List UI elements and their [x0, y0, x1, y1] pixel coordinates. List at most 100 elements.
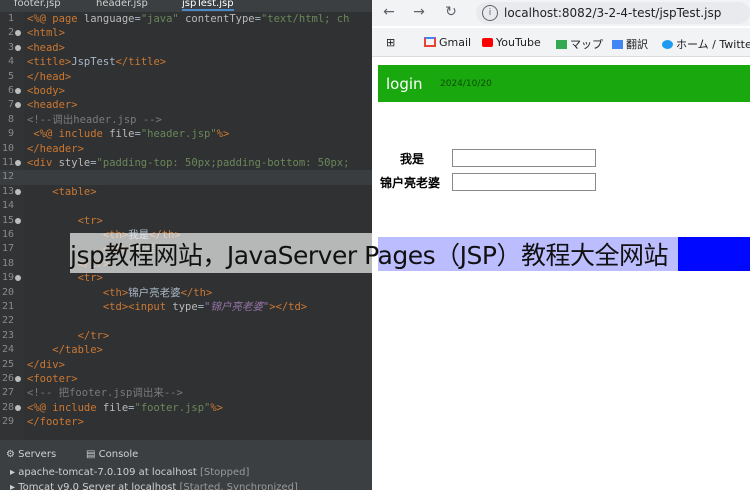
code-text: <head> — [27, 41, 65, 55]
line-number: 13 — [2, 185, 15, 197]
code-text: <%@ page language="java" contentType="te… — [27, 12, 349, 26]
line-number: 29 — [2, 416, 15, 428]
code-token: ></td> — [269, 301, 308, 313]
login-link[interactable]: login — [386, 75, 423, 93]
server-row[interactable]: ▸ apache-tomcat-7.0.109 at localhost [St… — [10, 467, 249, 478]
fold-marker-icon[interactable] — [15, 160, 21, 166]
code-line[interactable]: 20 <th>锦户亮老婆</th> — [0, 286, 372, 300]
fold-marker-icon[interactable] — [15, 188, 21, 195]
code-token: <table> — [27, 185, 97, 198]
text-input[interactable] — [452, 149, 596, 167]
code-token: </title> — [115, 56, 167, 69]
code-line[interactable]: 24 </table> — [0, 343, 372, 357]
address-bar[interactable]: i localhost:8082/3-2-4-test/jspTest.jsp — [476, 2, 750, 24]
code-line[interactable]: 27 <!-- 把footer.jsp调出来--> — [0, 386, 372, 400]
bookmark-translate[interactable]: 翻訳 — [612, 36, 648, 52]
code-text: <tr> — [27, 214, 103, 228]
line-number: 23 — [2, 329, 15, 341]
code-line[interactable]: 14 — [0, 199, 372, 213]
code-line[interactable]: 11 <div style="padding-top: 50px;padding-… — [0, 156, 372, 170]
code-token: include — [52, 401, 103, 414]
code-line[interactable]: 7 <header> — [0, 98, 372, 112]
code-token: <tr> — [27, 272, 103, 285]
code-text: <!-- 把footer.jsp调出来--> — [27, 386, 183, 400]
server-icon: ▸ — [10, 467, 19, 478]
code-line[interactable]: 19 <tr> — [0, 271, 372, 285]
tab-footer-jsp[interactable]: footer.jsp — [14, 0, 61, 9]
code-line[interactable]: 28 <%@ include file="footer.jsp"%> — [0, 401, 372, 415]
tab-servers[interactable]: ⚙ Servers — [6, 449, 56, 460]
code-line[interactable]: 13 <table> — [0, 185, 372, 199]
apps-grid-icon[interactable]: ⊞ — [386, 36, 395, 49]
line-number: 15 — [2, 214, 15, 226]
server-name: Tomcat v9.0 Server at localhost — [18, 482, 177, 490]
code-token: <div — [27, 157, 59, 169]
code-line[interactable]: 15 <tr> — [0, 214, 372, 228]
bookmark-youtube[interactable]: YouTube — [482, 36, 541, 49]
bookmark-twitter[interactable]: ホーム / Twitter — [662, 36, 750, 52]
tab-header-jsp[interactable]: header.jsp — [96, 0, 148, 9]
header-date: 2024/10/20 — [440, 79, 492, 89]
server-icon: ▸ — [10, 482, 19, 490]
code-token: "padding-top: 50px;padding-bottom: 50px; — [96, 157, 350, 169]
youtube-icon — [482, 38, 493, 47]
fold-marker-icon[interactable] — [15, 30, 21, 37]
fold-marker-icon[interactable] — [15, 102, 21, 109]
code-text: </head> — [27, 70, 71, 84]
code-text: <%@ include file="footer.jsp"%> — [27, 401, 223, 415]
code-token: 锦户亮老婆 — [128, 286, 181, 299]
code-line[interactable]: 23 </tr> — [0, 329, 372, 343]
code-token: include — [58, 128, 110, 141]
reload-icon[interactable]: ↻ — [442, 3, 460, 21]
line-number: 20 — [2, 286, 15, 298]
code-line[interactable]: 9 <%@ include file="header.jsp"%> — [0, 127, 372, 141]
code-line[interactable]: 6 <body> — [0, 84, 372, 98]
line-number: 11 — [2, 157, 15, 168]
code-line[interactable]: 26 <footer> — [0, 372, 372, 386]
maps-icon — [556, 40, 567, 49]
code-token: <!--调出header.jsp --> — [27, 113, 162, 126]
fold-marker-icon[interactable] — [15, 88, 21, 94]
code-line[interactable]: 12 — [0, 170, 372, 185]
code-text: </div> — [27, 358, 65, 372]
line-number: 3 — [7, 41, 14, 53]
code-token: <html> — [27, 27, 65, 40]
code-area[interactable]: 1 <%@ page language="java" contentType="t… — [0, 12, 372, 440]
code-line[interactable]: 29 </footer> — [0, 415, 372, 429]
line-number: 1 — [7, 13, 14, 24]
code-line[interactable]: 1 <%@ page language="java" contentType="t… — [0, 12, 372, 26]
code-text: <body> — [27, 84, 65, 98]
code-line[interactable]: 2 <html> — [0, 26, 372, 40]
fold-marker-icon[interactable] — [15, 44, 21, 51]
code-line[interactable]: 10 </header> — [0, 142, 372, 156]
fold-marker-icon[interactable] — [15, 217, 21, 224]
back-arrow-icon[interactable]: ← — [380, 3, 398, 21]
url-text: localhost:8082/3-2-4-test/jspTest.jsp — [504, 6, 722, 20]
fold-marker-icon[interactable] — [15, 404, 21, 411]
text-input[interactable] — [452, 173, 596, 191]
bookmark-gmail[interactable]: Gmail — [424, 36, 471, 49]
twitter-icon — [662, 40, 673, 49]
code-token: "锦户亮老婆" — [204, 301, 270, 313]
line-number: 7 — [7, 99, 14, 111]
code-token: </div> — [27, 358, 65, 371]
code-token: <th> — [27, 286, 129, 299]
code-line[interactable]: 4 <title>JspTest</title> — [0, 55, 372, 69]
tab-jsptest-jsp[interactable]: jspTest.jsp — [182, 0, 234, 11]
tab-console[interactable]: ▤ Console — [86, 449, 138, 460]
code-text: <td><input type="锦户亮老婆"></td> — [27, 300, 307, 314]
bookmark-maps[interactable]: マップ — [556, 36, 603, 52]
code-line[interactable]: 21 <td><input type="锦户亮老婆"></td> — [0, 300, 372, 314]
code-line[interactable]: 22 — [0, 314, 372, 328]
code-line[interactable]: 5 </head> — [0, 70, 372, 84]
site-info-icon[interactable]: i — [482, 5, 498, 21]
code-line[interactable]: 3 <head> — [0, 41, 372, 55]
code-token: <footer> — [27, 373, 78, 385]
forward-arrow-icon[interactable]: → — [410, 3, 428, 21]
fold-marker-icon[interactable] — [15, 376, 21, 382]
code-line[interactable]: 25 </div> — [0, 358, 372, 372]
code-line[interactable]: 8 <!--调出header.jsp --> — [0, 113, 372, 127]
fold-marker-icon[interactable] — [15, 275, 21, 282]
code-text: <header> — [27, 98, 78, 112]
server-row[interactable]: ▸ Tomcat v9.0 Server at localhost [Start… — [10, 482, 298, 490]
